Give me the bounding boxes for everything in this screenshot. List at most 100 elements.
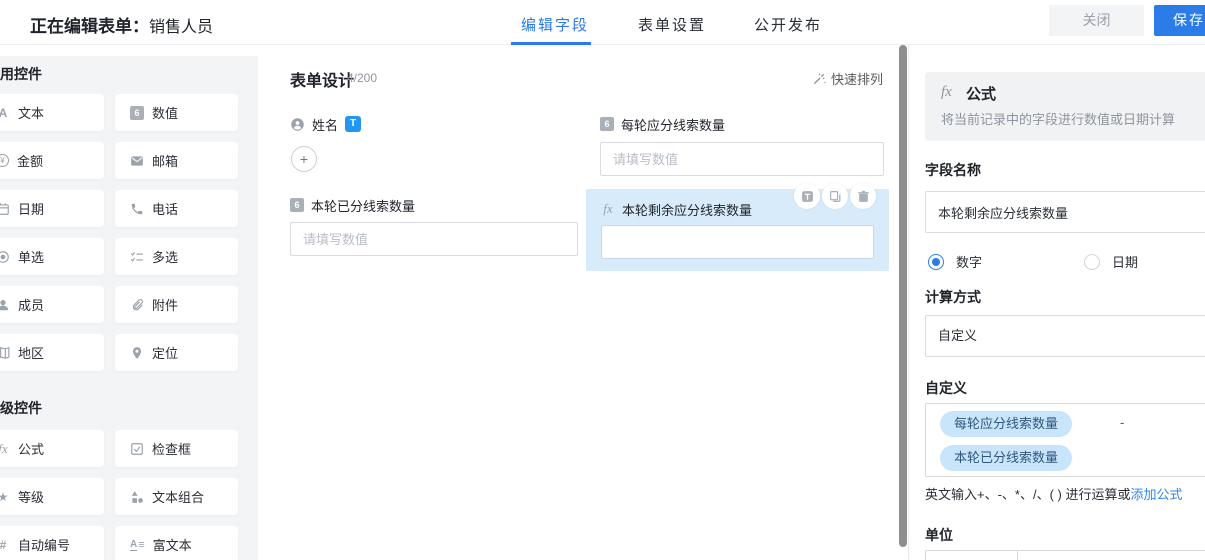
control-label: 附件 xyxy=(152,298,179,313)
control-location[interactable]: 定位 xyxy=(115,334,238,371)
title-action-icon xyxy=(801,190,813,202)
quick-arrange-button[interactable]: 快速排列 xyxy=(812,69,883,88)
field-type-description: 将当前记录中的字段进行数值或日期计算 xyxy=(941,112,1176,127)
control-rich-text[interactable]: A ≡ 富文本 xyxy=(115,526,238,560)
control-label: 邮箱 xyxy=(152,154,179,169)
control-date[interactable]: 日期 xyxy=(0,190,104,227)
field-label: 本轮已分线索数量 xyxy=(311,198,416,214)
field-assigned-label-row[interactable]: 6 本轮已分线索数量 xyxy=(290,197,416,214)
control-label: 等级 xyxy=(18,490,45,505)
control-multi-select[interactable]: 多选 xyxy=(115,238,238,275)
radio-unselected-icon[interactable] xyxy=(1084,253,1100,270)
field-quota-label-row[interactable]: 6 每轮应分线索数量 xyxy=(600,116,726,133)
person-icon xyxy=(291,117,304,131)
formula-token[interactable]: 本轮已分线索数量 xyxy=(940,445,1073,471)
control-number[interactable]: 6 数值 xyxy=(115,94,238,131)
radio-number-option[interactable]: 数字 xyxy=(928,252,982,271)
control-region[interactable]: 地区 xyxy=(0,334,104,371)
formula-icon: fx xyxy=(941,84,952,100)
number-icon: 6 xyxy=(130,105,144,120)
control-email[interactable]: 邮箱 xyxy=(115,142,238,179)
remaining-input[interactable] xyxy=(601,225,874,259)
field-remaining-label-row: fx 本轮剩余应分线索数量 xyxy=(601,201,753,218)
copy-icon xyxy=(829,190,840,202)
control-label: 自动编号 xyxy=(18,538,71,553)
page-title: 正在编辑表单：销售人员 xyxy=(30,12,213,37)
active-tab-underline xyxy=(511,42,591,45)
tab-form-settings[interactable]: 表单设置 xyxy=(638,14,706,35)
custom-formula-label: 自定义 xyxy=(925,380,967,396)
control-label: 文本 xyxy=(18,106,45,121)
auto-number-icon: # xyxy=(0,537,7,552)
field-label: 本轮剩余应分线索数量 xyxy=(622,202,753,218)
calc-method-select[interactable]: 自定义 xyxy=(925,315,1205,357)
text-combo-icon xyxy=(131,490,143,503)
number-icon: 6 xyxy=(290,198,304,212)
control-phone[interactable]: 电话 xyxy=(115,190,238,227)
delete-field-button[interactable] xyxy=(850,183,876,209)
checkbox-icon xyxy=(131,442,143,455)
canvas-title: 表单设计 xyxy=(290,73,355,90)
tab-edit-fields[interactable]: 编辑字段 xyxy=(521,14,589,35)
control-attachment[interactable]: 附件 xyxy=(115,286,238,323)
trash-icon xyxy=(857,190,869,202)
control-text-combo[interactable]: 文本组合 xyxy=(115,478,238,515)
section-title-advanced-controls: 高级控件 xyxy=(0,400,42,416)
control-single-select[interactable]: 单选 xyxy=(0,238,104,275)
control-label: 金额 xyxy=(17,154,44,169)
control-label: 文本组合 xyxy=(152,490,205,505)
page-title-prefix: 正在编辑表单： xyxy=(30,17,149,36)
formula-token[interactable]: 每轮应分线索数量 xyxy=(940,411,1073,437)
radio-selected-icon[interactable] xyxy=(928,253,944,270)
control-text[interactable]: A 文本 xyxy=(0,94,104,131)
formula-icon: fx xyxy=(603,201,613,216)
magic-wand-icon xyxy=(813,73,826,84)
field-type-title: 公式 xyxy=(966,86,997,103)
control-label: 地区 xyxy=(18,346,45,361)
title-field-badge: T xyxy=(345,116,362,132)
hint-text: 英文输入+、-、*、/、( ) 进行运算或 xyxy=(925,487,1131,502)
control-label: 数值 xyxy=(152,106,179,121)
field-name-input[interactable] xyxy=(925,191,1205,233)
control-label: 电话 xyxy=(152,202,179,217)
set-title-field-button[interactable] xyxy=(794,183,820,209)
control-label: 单选 xyxy=(18,250,45,265)
field-name-label-row[interactable]: 姓名 T xyxy=(290,116,362,133)
control-checkbox[interactable]: 检查框 xyxy=(115,430,238,467)
tab-public-publish[interactable]: 公开发布 xyxy=(754,14,822,35)
control-amount[interactable]: ¥ 金额 xyxy=(0,142,104,179)
text-icon: A xyxy=(0,105,8,120)
control-auto-number[interactable]: # 自动编号 xyxy=(0,526,104,560)
control-formula[interactable]: fx 公式 xyxy=(0,430,104,467)
field-label: 姓名 xyxy=(312,117,339,133)
single-select-icon xyxy=(0,250,9,263)
control-sidebar: 常用控件 A 文本 6 数值 ¥ 金额 邮箱 日期 电话 单选 多选 成员 附件 xyxy=(0,56,258,560)
close-button[interactable]: 关闭 xyxy=(1049,5,1144,36)
add-formula-link[interactable]: 添加公式 xyxy=(1130,487,1182,502)
unit-input-group[interactable] xyxy=(925,550,1205,560)
avatar-add-button[interactable]: + xyxy=(291,146,317,172)
date-icon xyxy=(0,202,9,215)
header: 正在编辑表单：销售人员 编辑字段 表单设置 公开发布 关闭 保存 xyxy=(0,0,1205,45)
control-label: 定位 xyxy=(152,346,179,361)
field-count: 4/200 xyxy=(347,71,378,85)
quota-input[interactable] xyxy=(600,142,884,176)
unit-label: 单位 xyxy=(925,527,953,543)
radio-date-option[interactable]: 日期 xyxy=(1084,252,1138,271)
control-rating[interactable]: ★ 等级 xyxy=(0,478,104,515)
control-label: 多选 xyxy=(152,250,179,265)
copy-field-button[interactable] xyxy=(822,183,848,209)
radio-number-label: 数字 xyxy=(956,255,983,270)
control-label: 日期 xyxy=(18,202,45,217)
field-label: 每轮应分线索数量 xyxy=(621,117,726,133)
calc-method-label: 计算方式 xyxy=(925,289,981,305)
assigned-input[interactable] xyxy=(290,222,578,256)
save-button[interactable]: 保存 xyxy=(1154,5,1205,36)
control-member[interactable]: 成员 xyxy=(0,286,104,323)
region-icon xyxy=(0,346,10,359)
quick-arrange-label: 快速排列 xyxy=(831,72,884,87)
vertical-scrollbar[interactable] xyxy=(899,45,907,547)
attachment-icon xyxy=(132,298,143,310)
control-label: 富文本 xyxy=(152,538,192,553)
multi-select-icon xyxy=(130,251,143,262)
